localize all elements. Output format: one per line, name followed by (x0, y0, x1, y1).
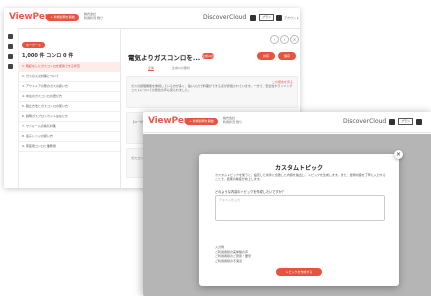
search-tag[interactable]: キーワード (22, 42, 46, 48)
custom-topic-modal: × カスタムトピック カスタムトピックを使うと、設定した条件に合致した内容を抽出… (199, 150, 403, 286)
new-chat-button[interactable]: + 新規質問を開始 (46, 14, 79, 21)
user-icon[interactable] (416, 119, 422, 125)
create-topic-button[interactable]: トピックを作成する (276, 268, 322, 276)
new-chat-button[interactable]: + 新規質問を開始 (185, 118, 218, 125)
modal-description: カスタムトピックを使うと、設定した条件に合致した内容を抽出し、トピックを生成しま… (215, 173, 386, 182)
sidebar-item[interactable]: 4. 中古のガスコンロの選び方 (18, 92, 120, 102)
tab-summary[interactable]: 生成AIの要約 (172, 66, 190, 70)
sidebar-item[interactable]: 3. アウトドアの際のガスの扱い方 (18, 82, 120, 92)
field-label: どのような内容のトピックを作成したいですか？ (215, 190, 286, 194)
thread-title: 電気よりガスコンロを... (128, 54, 201, 62)
status-badge: 生成AIの要約 (202, 53, 214, 64)
folder-icon[interactable] (8, 54, 13, 59)
settings-icon[interactable] (8, 64, 13, 69)
brand-name: DiscoverCloud (343, 118, 387, 125)
example-item: ご利用者様の不満点 (215, 258, 243, 263)
left-rail (4, 28, 19, 188)
next-icon[interactable]: › (280, 35, 289, 44)
close-icon[interactable]: × (290, 35, 299, 44)
account-menu[interactable]: アカウント (284, 16, 299, 20)
close-icon[interactable]: × (394, 150, 403, 159)
sidebar-item[interactable]: 5. 組立方法とガスコンロの使い方 (18, 102, 120, 112)
usage-status: 利用状況 残り (84, 16, 103, 20)
user-icon[interactable] (276, 15, 282, 21)
share-button[interactable]: 共有 (257, 52, 275, 60)
example-list: 入力例 ご利用者様の実体験の声 ご利用者様のご意見・要望 ご利用者様の不満点 (215, 245, 251, 263)
top-bar: ViewPers + 新規質問を開始 株式会社 利用状況 残り Discover… (143, 112, 431, 133)
modal-title: カスタムトピック (274, 165, 323, 172)
plan-badge[interactable]: プラン (398, 118, 414, 125)
save-button[interactable]: 保存 (278, 52, 296, 60)
sidebar-item[interactable]: 1. 暗証なしにガスコンロを使用できる状況 (18, 62, 120, 72)
prev-icon[interactable]: ‹ (270, 35, 279, 44)
sidebar-item[interactable]: 9. 家庭用コンロと業務用 (18, 142, 120, 152)
grid-icon[interactable] (250, 15, 256, 21)
plan-badge[interactable]: プラン (259, 14, 275, 21)
grid-icon[interactable] (389, 119, 395, 125)
response-card: この発言を見る ガスの調理機能を重視している方が多く、強い火力で料理ができる点が… (126, 76, 298, 108)
sidebar-item[interactable]: 2. ガスの火災対策について (18, 72, 120, 82)
search-summary: 1,000 件 コンロ 0 件 (22, 53, 74, 59)
sidebar-item[interactable]: 8. 電子レンジの扱い方 (18, 132, 120, 142)
topic-sidebar: キーワード 1,000 件 コンロ 0 件 1. 暗証なしにガスコンロを使用でき… (18, 28, 121, 188)
top-bar: ViewPers + 新規質問を開始 株式会社 利用状況 残り Discover… (4, 8, 300, 29)
usage-status: 利用状況 残り (223, 120, 242, 124)
chat-icon[interactable] (8, 44, 13, 49)
card-text: ガスの調理機能を重視している方が多く、強い火力で料理ができる点が評価されています… (131, 84, 293, 93)
app-window-modal: ViewPers + 新規質問を開始 株式会社 利用状況 残り Discover… (143, 112, 431, 296)
brand-name: DiscoverCloud (203, 14, 247, 21)
sidebar-item[interactable]: 7. ワンルームの換気対策 (18, 122, 120, 132)
home-icon[interactable] (8, 34, 13, 39)
tab-all[interactable]: 全体 (148, 66, 155, 71)
topic-textarea[interactable]: テキストを入力 (215, 195, 385, 221)
sidebar-item[interactable]: 6. 説明ガスプロンカットはなにか (18, 112, 120, 122)
